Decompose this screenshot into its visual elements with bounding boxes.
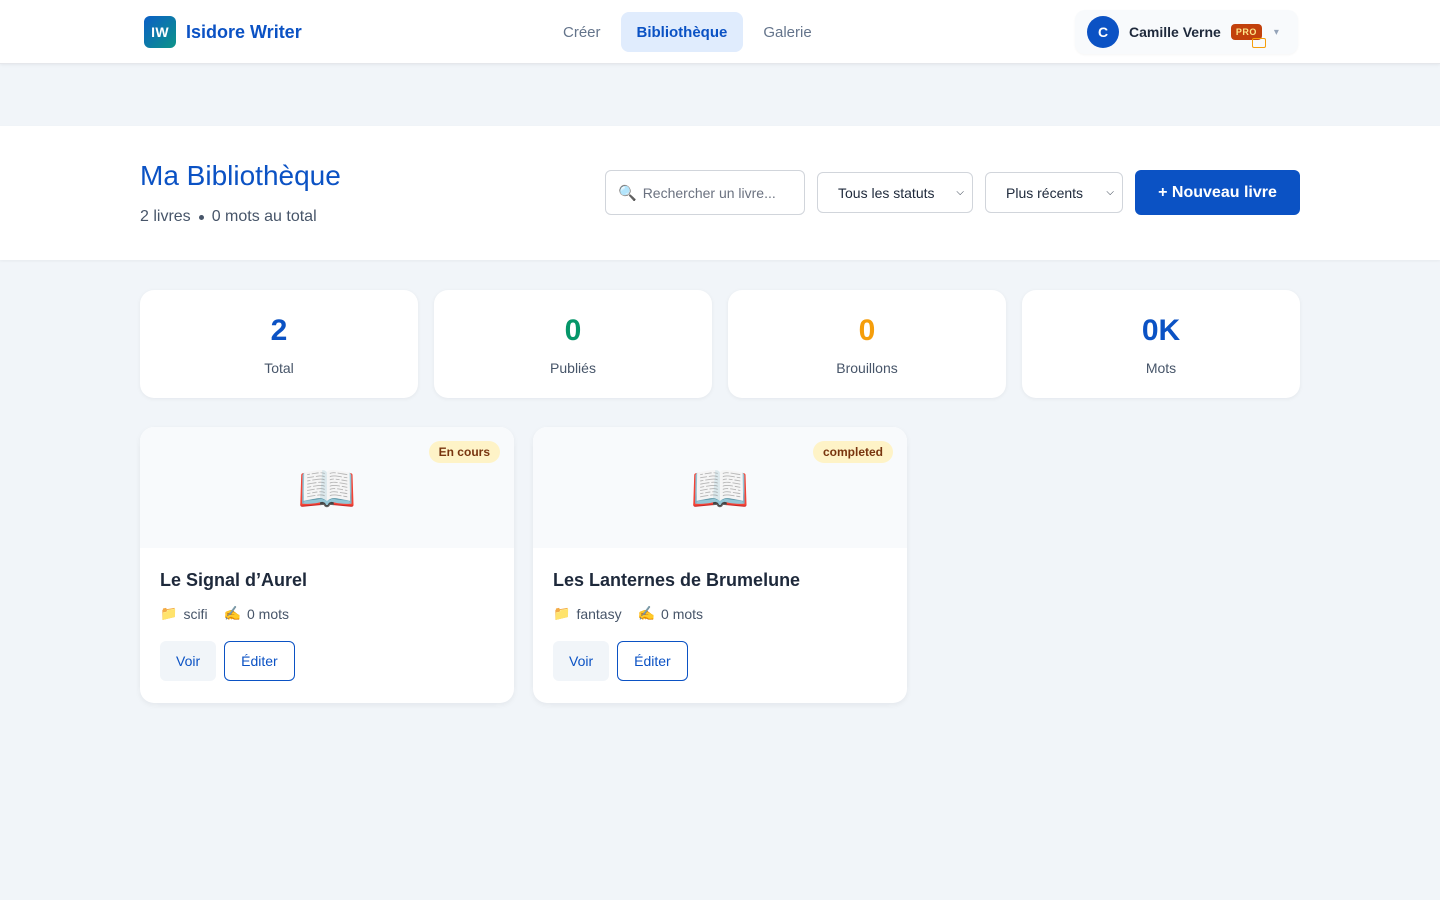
writing-hand-icon: ✍️ — [223, 605, 241, 621]
book-card[interactable]: 📖 En cours Le Signal d’Aurel 📁 scifi ✍️ … — [140, 427, 514, 703]
search-input[interactable] — [642, 184, 793, 201]
book-cover: 📖 completed — [533, 427, 907, 548]
stat-value: 0K — [1141, 314, 1181, 347]
folder-icon: 📁 — [160, 605, 178, 621]
top-navbar: IW Isidore Writer Créer Bibliothèque Gal… — [0, 0, 1440, 64]
stat-card-drafts: 0 Brouillons — [728, 290, 1006, 398]
tab-galerie[interactable]: Galerie — [747, 12, 827, 52]
user-name: Camille Verne — [1129, 24, 1221, 40]
brand-logo: IW — [144, 16, 176, 48]
folder-icon: 📁 — [553, 605, 571, 621]
words-label: 0 mots — [247, 605, 290, 622]
chevron-down-icon: ⌵ — [1106, 187, 1114, 198]
separator-dot — [198, 214, 204, 220]
book-actions: Voir Éditer — [160, 641, 514, 681]
search-box[interactable]: 🔍 — [605, 170, 805, 215]
book-title[interactable]: Les Lanternes de Brumelune — [553, 570, 907, 591]
stat-value: 0 — [564, 314, 582, 347]
stat-label: Brouillons — [836, 360, 898, 376]
brand[interactable]: IW Isidore Writer — [144, 16, 302, 48]
book-words: ✍️ 0 mots — [224, 605, 289, 622]
status-filter-select[interactable]: Tous les statuts ⌵ — [817, 172, 973, 213]
avatar: C — [1087, 16, 1119, 48]
open-book-icon: 📖 — [690, 462, 750, 516]
book-card[interactable]: 📖 completed Les Lanternes de Brumelune 📁… — [533, 427, 907, 703]
pro-badge-label: PRO — [1235, 27, 1257, 37]
open-book-icon: 📖 — [297, 462, 357, 516]
stat-card-published: 0 Publiés — [434, 290, 712, 398]
brand-name: Isidore Writer — [186, 21, 302, 42]
status-filter-value: Tous les statuts — [838, 184, 935, 201]
book-actions: Voir Éditer — [553, 641, 907, 681]
chevron-down-icon: ⌵ — [956, 187, 964, 198]
book-genre: 📁 scifi — [160, 605, 208, 622]
pro-badge: PRO — [1230, 24, 1266, 48]
book-genre: 📁 fantasy — [553, 605, 622, 622]
view-button[interactable]: Voir — [553, 641, 610, 681]
book-words: ✍️ 0 mots — [638, 605, 703, 622]
status-badge: En cours — [428, 441, 500, 463]
book-title[interactable]: Le Signal d’Aurel — [160, 570, 514, 591]
word-total: 0 mots au total — [211, 208, 317, 225]
book-count: 2 livres — [140, 208, 191, 225]
stat-value: 2 — [270, 314, 288, 347]
stat-label: Publiés — [550, 360, 596, 376]
sort-select[interactable]: Plus récents ⌵ — [985, 172, 1123, 213]
stat-label: Mots — [1145, 360, 1177, 376]
book-cover: 📖 En cours — [140, 427, 514, 548]
monitor-icon — [1251, 38, 1266, 48]
edit-button[interactable]: Éditer — [224, 641, 295, 681]
main-nav: Créer Bibliothèque Galerie — [547, 12, 828, 52]
view-button[interactable]: Voir — [160, 641, 217, 681]
sort-value: Plus récents — [1006, 184, 1084, 201]
tab-creer[interactable]: Créer — [547, 12, 617, 52]
words-label: 0 mots — [661, 605, 704, 622]
new-book-button[interactable]: + Nouveau livre — [1135, 170, 1300, 215]
page-title: Ma Bibliothèque — [140, 160, 341, 191]
tab-bibliotheque[interactable]: Bibliothèque — [620, 12, 744, 52]
stat-card-words: 0K Mots — [1022, 290, 1300, 398]
genre-label: fantasy — [576, 605, 622, 622]
user-menu[interactable]: C Camille Verne PRO ▾ — [1075, 10, 1298, 54]
search-icon: 🔍 — [618, 184, 637, 202]
book-meta: 📁 scifi ✍️ 0 mots — [160, 605, 514, 622]
edit-button[interactable]: Éditer — [617, 641, 688, 681]
status-badge: completed — [812, 441, 893, 463]
genre-label: scifi — [183, 605, 208, 622]
chevron-down-icon: ▾ — [1273, 26, 1279, 38]
writing-hand-icon: ✍️ — [637, 605, 656, 621]
stat-label: Total — [264, 360, 294, 376]
stat-card-total: 2 Total — [140, 290, 418, 398]
library-summary: 2 livres 0 mots au total — [140, 208, 317, 226]
book-meta: 📁 fantasy ✍️ 0 mots — [553, 605, 907, 622]
stat-value: 0 — [858, 314, 876, 347]
